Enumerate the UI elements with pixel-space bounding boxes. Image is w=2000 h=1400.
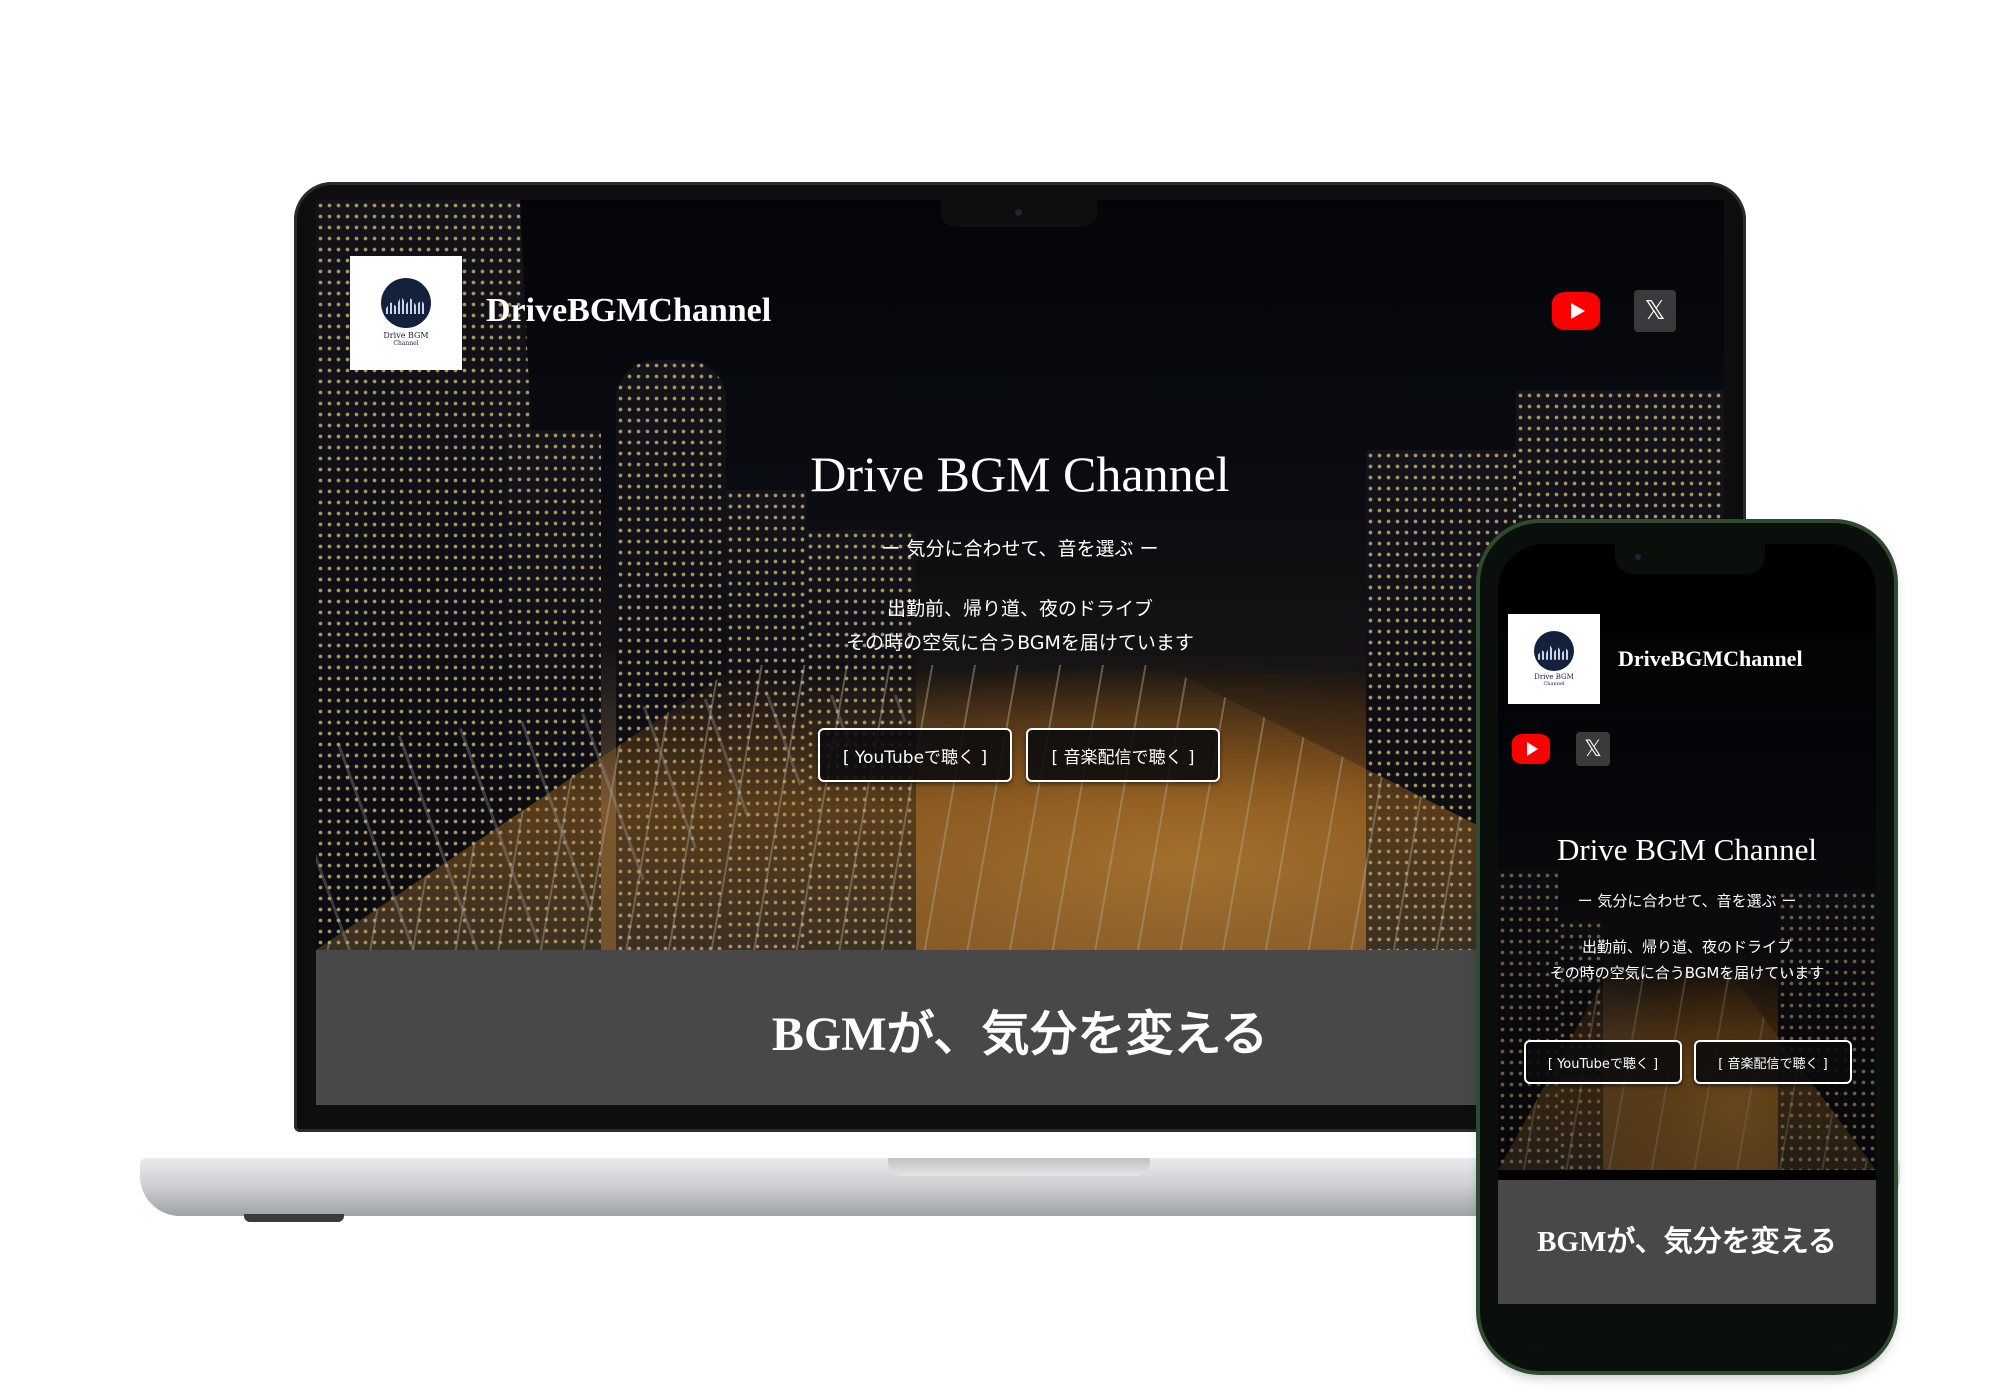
site-brand-name[interactable]: DriveBGMChannel [1618,646,1803,672]
logo-emblem [1534,630,1574,671]
youtube-icon[interactable] [1512,734,1550,764]
site-logo[interactable]: Drive BGM Channel [1508,614,1600,704]
hero-title: Drive BGM Channel [810,446,1230,502]
youtube-icon[interactable] [1552,292,1600,330]
site-logo[interactable]: Drive BGM Channel [350,256,462,370]
hero-description-line2: その時の空気に合うBGMを届けています [1549,964,1825,982]
section-band: BGMが、気分を変える [1498,1180,1876,1304]
hero-subtitle: ー 気分に合わせて、音を選ぶ ー [1577,892,1797,910]
site-brand-name[interactable]: DriveBGMChannel [486,292,771,330]
youtube-listen-button[interactable]: [ YouTubeで聴く ] [1524,1040,1682,1084]
phone-camera-notch [1615,544,1765,574]
laptop-opening-notch [888,1158,1150,1176]
phone-side-button [1894,780,1898,870]
laptop-camera-notch [941,199,1097,227]
youtube-listen-button[interactable]: [ YouTubeで聴く ] [818,728,1012,782]
streaming-listen-button[interactable]: [ 音楽配信で聴く ] [1026,728,1220,782]
x-icon[interactable]: 𝕏 [1576,732,1610,766]
section-heading: BGMが、気分を変える [1537,1226,1837,1258]
laptop-foot [244,1214,344,1222]
phone-screen: Drive BGM Channel DriveBGMChannel 𝕏 Driv… [1498,544,1876,1350]
logo-text-line2: Channel [393,340,419,348]
logo-emblem [381,278,431,329]
x-icon[interactable]: 𝕏 [1634,290,1676,332]
camera-icon [1635,554,1641,560]
streaming-listen-button[interactable]: [ 音楽配信で聴く ] [1694,1040,1852,1084]
camera-icon [1015,209,1022,216]
logo-text-line2: Channel [1543,680,1565,687]
hero-description-line1: 出勤前、帰り道、夜のドライブ [1581,938,1792,956]
hero-title: Drive BGM Channel [1556,832,1818,867]
